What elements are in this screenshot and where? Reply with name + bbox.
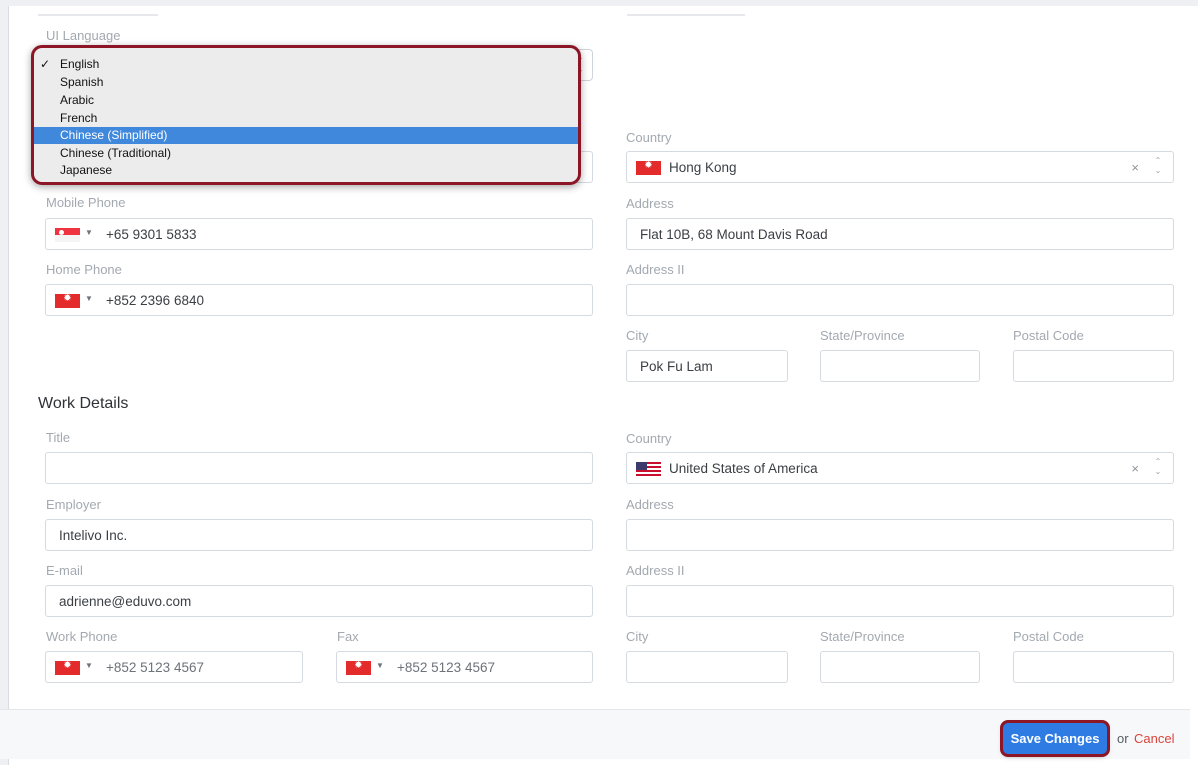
postal-code-label: Postal Code [1013,328,1084,343]
ui-language-dropdown-menu: ✓ English Spanish Arabic French Chinese … [31,45,581,185]
employer-label: Employer [46,497,101,512]
work-address2-label: Address II [626,563,685,578]
work-country-label: Country [626,431,672,446]
work-country-select[interactable]: United States of America × ⌃ ⌄ [626,452,1174,484]
language-option-chinese-simplified[interactable]: Chinese (Simplified) [34,127,578,144]
work-phone-field[interactable]: ▼ +852 5123 4567 [45,651,303,683]
email-field[interactable]: adrienne@eduvo.com [45,585,593,617]
work-address2-field[interactable] [626,585,1174,617]
fax-label: Fax [337,629,359,644]
work-postal-code-label: Postal Code [1013,629,1084,644]
work-details-heading: Work Details [38,395,129,412]
language-option-chinese-traditional[interactable]: Chinese (Traditional) [34,145,578,162]
address-value: Flat 10B, 68 Mount Davis Road [640,227,828,242]
address2-label: Address II [626,262,685,277]
work-phone-value: +852 5123 4567 [106,660,204,675]
hong-kong-flag-icon [55,294,80,308]
chevron-down-icon[interactable]: ▼ [85,661,93,670]
language-option-arabic[interactable]: Arabic [34,92,578,109]
mobile-phone-value: +65 9301 5833 [106,227,197,242]
state-field[interactable] [820,350,980,382]
select-arrows-icon[interactable]: ⌃ ⌄ [1151,457,1165,477]
home-phone-label: Home Phone [46,262,122,277]
work-address-label: Address [626,497,674,512]
hong-kong-flag-icon [55,661,80,675]
chevron-down-icon[interactable]: ▼ [85,294,93,303]
clear-icon[interactable]: × [1131,461,1139,476]
country-value: Hong Kong [669,160,737,175]
country-label: Country [626,130,672,145]
fax-value: +852 5123 4567 [397,660,495,675]
work-state-label: State/Province [820,629,905,644]
tab-underline-left [38,14,158,16]
checkmark-icon: ✓ [40,57,51,71]
title-label: Title [46,430,71,445]
employer-field[interactable]: Intelivo Inc. [45,519,593,551]
work-address-field[interactable] [626,519,1174,551]
language-option-spanish[interactable]: Spanish [34,74,578,91]
ui-language-label: UI Language [46,28,121,43]
chevron-down-icon[interactable]: ▼ [376,661,384,670]
work-country-value: United States of America [669,461,818,476]
mobile-phone-field[interactable]: ▼ +65 9301 5833 [45,218,593,250]
cancel-link[interactable]: Cancel [1134,731,1174,746]
email-label: E-mail [46,563,83,578]
select-arrows-icon[interactable]: ⌃ ⌄ [1151,156,1165,176]
save-changes-button[interactable]: Save Changes [1003,723,1107,754]
city-value: Pok Fu Lam [640,359,713,374]
title-field[interactable] [45,452,593,484]
address2-field[interactable] [626,284,1174,316]
clear-icon[interactable]: × [1131,160,1139,175]
work-city-label: City [626,629,649,644]
or-text: or [1117,731,1129,746]
work-postal-code-field[interactable] [1013,651,1174,683]
city-field[interactable]: Pok Fu Lam [626,350,788,382]
usa-flag-icon [636,462,661,476]
work-city-field[interactable] [626,651,788,683]
singapore-flag-icon [55,228,80,242]
hong-kong-flag-icon [346,661,371,675]
mobile-phone-label: Mobile Phone [46,195,126,210]
chevron-down-icon[interactable]: ▼ [85,228,93,237]
language-option-english[interactable]: ✓ English [34,56,578,73]
city-label: City [626,328,649,343]
language-option-japanese[interactable]: Japanese [34,162,578,179]
language-option-french[interactable]: French [34,110,578,127]
work-state-field[interactable] [820,651,980,683]
fax-field[interactable]: ▼ +852 5123 4567 [336,651,593,683]
state-label: State/Province [820,328,905,343]
postal-code-field[interactable] [1013,350,1174,382]
work-phone-label: Work Phone [46,629,118,644]
country-select[interactable]: Hong Kong × ⌃⌄ [626,151,1174,183]
home-phone-value: +852 2396 6840 [106,293,204,308]
hong-kong-flag-icon [636,161,661,175]
address-label: Address [626,196,674,211]
address-field[interactable]: Flat 10B, 68 Mount Davis Road [626,218,1174,250]
tab-underline-right [627,14,745,16]
employer-value: Intelivo Inc. [59,528,128,543]
home-phone-field[interactable]: ▼ +852 2396 6840 [45,284,593,316]
email-value: adrienne@eduvo.com [59,594,192,609]
